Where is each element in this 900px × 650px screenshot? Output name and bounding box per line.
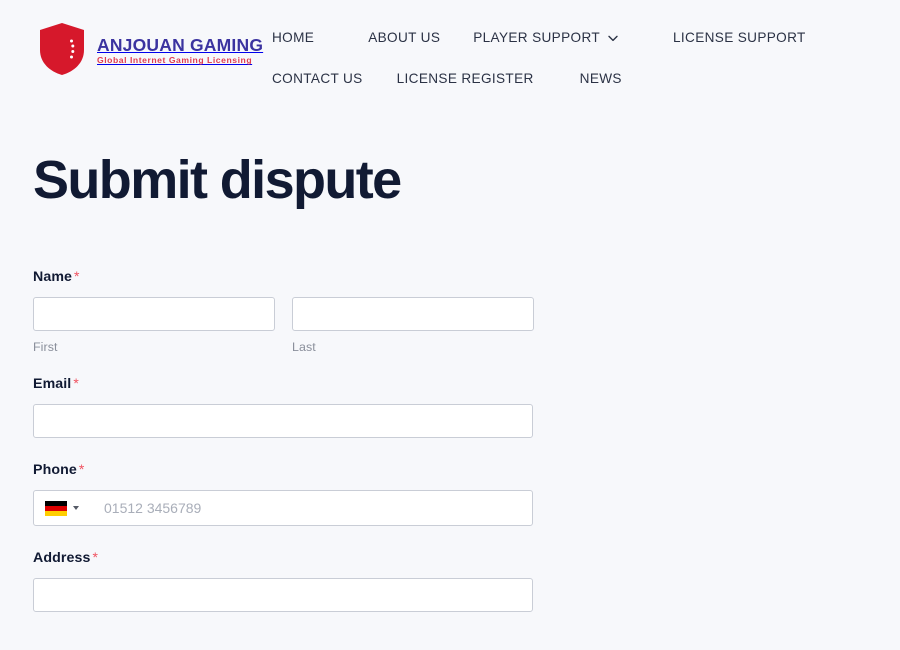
email-input[interactable] — [33, 404, 533, 438]
field-phone-label-text: Phone — [33, 462, 77, 478]
shield-crescent-icon — [38, 22, 86, 76]
required-asterisk: * — [73, 374, 79, 391]
flag-de-icon — [45, 500, 67, 516]
nav-item-news[interactable]: NEWS — [579, 70, 622, 86]
name-row: First Last — [33, 297, 534, 355]
required-asterisk: * — [92, 549, 99, 566]
phone-input-group — [33, 490, 533, 527]
nav-item-license-support-label: LICENSE SUPPORT — [673, 30, 806, 45]
site-header: ANJOUAN GAMING Global Internet Gaming Li… — [0, 0, 900, 86]
field-email: Email * — [33, 376, 533, 438]
nav-row-secondary: CONTACT US LICENSE REGISTER NEWS — [262, 70, 900, 86]
brand-wordmark: ANJOUAN GAMING — [97, 34, 264, 55]
nav-item-contact-us[interactable]: CONTACT US — [272, 70, 363, 86]
required-asterisk: * — [78, 461, 85, 477]
brand-logo[interactable]: ANJOUAN GAMING Global Internet Gaming Li… — [0, 22, 263, 76]
country-code-select[interactable] — [34, 491, 94, 525]
chevron-down-icon[interactable] — [608, 35, 618, 42]
name-last-sublabel: Last — [292, 340, 316, 355]
name-last-input[interactable] — [292, 297, 534, 332]
nav-item-license-support[interactable]: LICENSE SUPPORT — [673, 31, 806, 45]
nav-item-license-register-label: LICENSE REGISTER — [396, 70, 534, 86]
nav-row-primary: HOME ABOUT US PLAYER SUPPORT LICENSE SUP… — [262, 31, 900, 45]
required-asterisk: * — [74, 268, 80, 285]
nav-item-player-support-label: PLAYER SUPPORT — [473, 30, 601, 45]
nav-item-player-support[interactable]: PLAYER SUPPORT — [473, 31, 618, 45]
field-phone: Phone * — [33, 462, 533, 527]
field-email-label-text: Email — [33, 375, 72, 392]
nav-item-license-register[interactable]: LICENSE REGISTER — [396, 70, 534, 86]
name-last-column: Last — [292, 297, 534, 355]
brand-tagline: Global Internet Gaming Licensing — [97, 55, 253, 66]
address-input[interactable] — [33, 578, 533, 613]
field-name-label: Name * — [33, 269, 533, 284]
name-first-input[interactable] — [33, 297, 275, 332]
submit-dispute-form: Name * First Last Email * Phone * 01512 … — [33, 269, 534, 613]
field-address: Address * — [33, 550, 533, 613]
field-address-label-text: Address — [33, 550, 91, 567]
main-navigation: HOME ABOUT US PLAYER SUPPORT LICENSE SUP… — [262, 22, 900, 85]
caret-down-icon — [73, 506, 79, 511]
field-name-label-text: Name — [33, 269, 73, 286]
field-address-label: Address * — [33, 550, 533, 565]
nav-item-contact-us-label: CONTACT US — [272, 70, 363, 86]
nav-item-about-us[interactable]: ABOUT US — [368, 31, 440, 45]
nav-item-home-label: HOME — [272, 30, 315, 45]
phone-input[interactable] — [33, 490, 533, 527]
name-first-column: First — [33, 297, 275, 355]
brand-text: ANJOUAN GAMING Global Internet Gaming Li… — [97, 33, 263, 65]
nav-item-about-us-label: ABOUT US — [368, 30, 441, 45]
page-title: Submit dispute — [33, 150, 402, 211]
field-name: Name * First Last — [33, 269, 534, 355]
nav-item-news-label: NEWS — [579, 70, 622, 86]
field-email-label: Email * — [33, 376, 533, 391]
name-first-sublabel: First — [33, 340, 58, 355]
page-main: Submit dispute Name* First Last Email* — [0, 150, 900, 613]
nav-item-home[interactable]: HOME — [272, 31, 314, 45]
field-phone-label: Phone * — [33, 462, 533, 477]
